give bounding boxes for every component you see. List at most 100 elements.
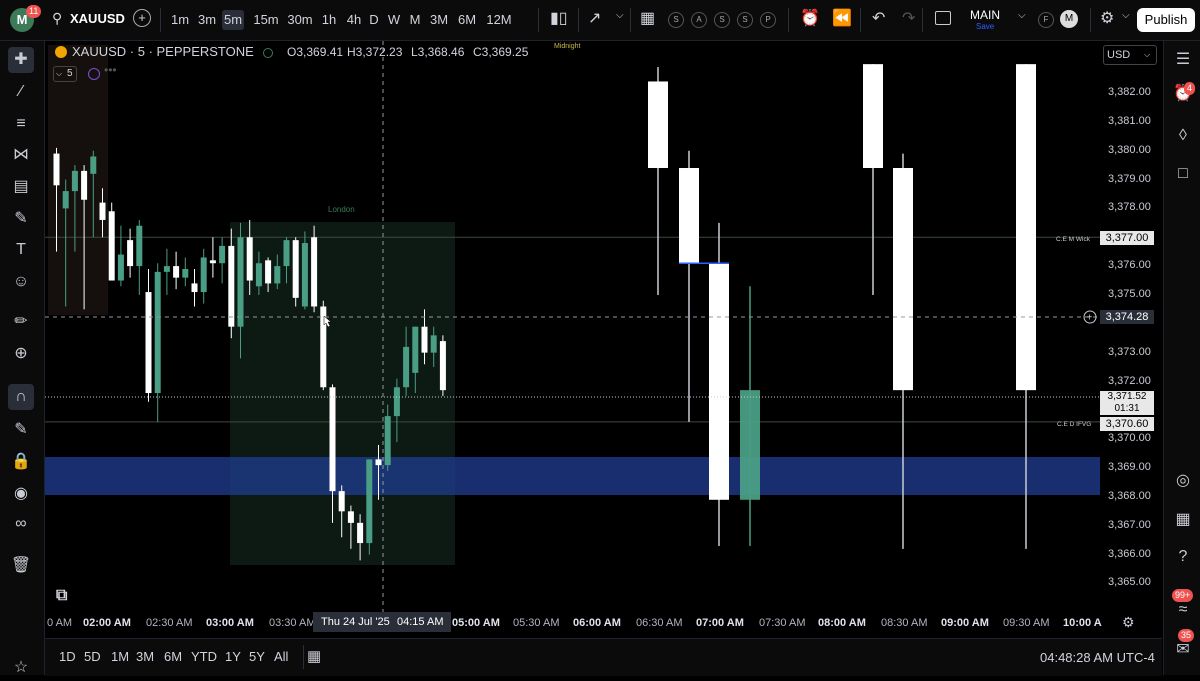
time-tick: 09:30 AM	[1003, 617, 1050, 629]
interval-badge: 5	[67, 68, 73, 79]
fullscreen-icon[interactable]	[935, 11, 951, 25]
notification-badge: 11	[26, 5, 42, 18]
interval-1h[interactable]: 1h	[318, 10, 340, 30]
publish-button[interactable]: Publish	[1137, 8, 1195, 32]
candles-icon[interactable]: ▮▯	[550, 8, 568, 28]
lock-icon[interactable]: 🔒	[8, 449, 34, 475]
symbol-search-button[interactable]: XAUUSD	[70, 11, 125, 26]
more-dots-icon[interactable]: •••	[104, 63, 117, 77]
legend-title[interactable]: XAUUSD · 5 · PEPPERSTONE	[72, 44, 254, 59]
candle-countdown: 01:31	[1114, 403, 1140, 414]
range-5d[interactable]: 5D	[84, 649, 101, 664]
eye-icon[interactable]: ◉	[8, 481, 34, 507]
indicator-template-4-icon[interactable]: P	[760, 12, 776, 28]
link-icon[interactable]: ∞	[8, 511, 34, 537]
emoji-icon[interactable]: ☺	[8, 269, 34, 295]
indicator-template-2-icon[interactable]: S	[714, 12, 730, 28]
speed-icon[interactable]: ⚙	[1100, 8, 1114, 28]
replay-icon[interactable]: ⏪	[832, 8, 852, 28]
pattern-icon[interactable]: ⋈	[8, 142, 34, 168]
time-tick: 08:00 AM	[818, 617, 866, 629]
interval-1m[interactable]: 1m	[170, 10, 190, 30]
interval-w[interactable]: W	[387, 10, 401, 30]
ruler-icon[interactable]: ✏	[8, 309, 34, 335]
trend-line-icon[interactable]: ∕	[8, 79, 34, 105]
price-tick: 3,368.00	[1108, 489, 1151, 502]
candle	[301, 243, 308, 307]
candle	[163, 266, 170, 272]
indicator-template-3-icon[interactable]: S	[737, 12, 753, 28]
chevron-down-icon[interactable]: ⌵	[1018, 10, 1026, 21]
chevron-down-icon: ⌵	[56, 69, 63, 78]
time-tick: 06:00 AM	[573, 617, 621, 629]
calendar-icon[interactable]: ▦	[1170, 507, 1196, 533]
forecast-icon[interactable]: ▤	[8, 174, 34, 200]
fib-lines-icon[interactable]: ≡	[8, 111, 34, 137]
star-icon[interactable]: ☆	[8, 655, 34, 681]
price-tick: 3,367.00	[1108, 518, 1151, 531]
indicator-template-1-icon[interactable]: A	[691, 12, 707, 28]
candle	[292, 240, 299, 298]
candle	[255, 263, 262, 287]
legend-low: L3,368.46	[411, 45, 465, 59]
candle	[90, 156, 97, 174]
interval-3m[interactable]: 3m	[196, 10, 218, 30]
london-session-box	[230, 222, 455, 565]
brush-icon[interactable]: ✎	[8, 206, 34, 232]
undo-icon[interactable]: ↶	[872, 8, 885, 28]
range-1m[interactable]: 1M	[111, 649, 129, 664]
range-1d[interactable]: 1D	[59, 649, 76, 664]
help-icon[interactable]: ?	[1170, 544, 1196, 570]
interval-m[interactable]: M	[408, 10, 422, 30]
candle	[283, 240, 290, 267]
chat-icon[interactable]: □	[1170, 161, 1196, 187]
layout-name[interactable]: MAIN	[970, 8, 1000, 22]
interval-d[interactable]: D	[368, 10, 380, 30]
chevron-down-icon[interactable]: ⌵	[1122, 10, 1130, 21]
alerts-badge: 4	[1184, 82, 1196, 95]
zoom-icon[interactable]: ⊕	[8, 341, 34, 367]
settings-gear-icon[interactable]: ⚙	[1122, 614, 1135, 631]
symbol-logo-icon	[55, 46, 67, 58]
indicator-template-0-icon[interactable]: S	[668, 12, 684, 28]
current-price-label: 3,371.52 01:31	[1100, 391, 1154, 415]
target-icon[interactable]: ◎	[1170, 468, 1196, 494]
clock[interactable]: 04:48:28 AM UTC-4	[1040, 650, 1155, 665]
currency-select[interactable]: USD ⌵	[1103, 45, 1157, 65]
range-3m[interactable]: 3M	[136, 649, 154, 664]
range-5y[interactable]: 5Y	[249, 649, 265, 664]
interval-30m[interactable]: 30m	[286, 10, 314, 30]
range-1y[interactable]: 1Y	[225, 649, 241, 664]
indicator-toggle[interactable]: ⌵ 5	[53, 66, 77, 82]
crosshair-icon[interactable]: ✚	[8, 47, 34, 73]
interval-4h[interactable]: 4h	[345, 10, 363, 30]
range-all[interactable]: All	[274, 649, 288, 664]
interval-12m[interactable]: 12M	[484, 10, 514, 30]
trash-icon[interactable]: 🗑	[8, 553, 34, 579]
interval-6m[interactable]: 6M	[455, 10, 479, 30]
compare-add-icon[interactable]: +	[133, 9, 151, 27]
interval-15m[interactable]: 15m	[252, 10, 280, 30]
layout-grid-icon[interactable]: ▦	[640, 8, 655, 28]
watchlist-icon[interactable]: ☰	[1170, 47, 1196, 73]
f-circle-icon[interactable]: F	[1038, 12, 1054, 28]
candle	[127, 240, 134, 267]
text-icon[interactable]: T	[8, 237, 34, 263]
alert-icon[interactable]: ⏰	[800, 8, 820, 28]
range-ytd[interactable]: YTD	[191, 649, 217, 664]
layers-icon[interactable]: ◊	[1170, 123, 1196, 149]
layout-save-label[interactable]: Save	[976, 22, 994, 31]
chevron-down-icon: ⌵	[1144, 50, 1151, 59]
interval-3m[interactable]: 3M	[427, 10, 451, 30]
time-tick: 02:00 AM	[83, 617, 131, 629]
indicators-icon[interactable]: ↗	[588, 8, 601, 28]
price-chart[interactable]: London Midnight C.E M Wick C.E D IFVG + …	[45, 41, 1162, 638]
range-6m[interactable]: 6M	[164, 649, 182, 664]
m-avatar-icon[interactable]: M	[1060, 10, 1078, 28]
chevron-down-icon[interactable]: ⌵	[616, 10, 624, 21]
magnet-icon[interactable]: ∩	[8, 384, 34, 410]
interval-5m[interactable]: 5m	[222, 10, 244, 30]
draw-lock-icon[interactable]: ✎	[8, 417, 34, 443]
search-icon[interactable]: ⚲	[52, 10, 62, 27]
date-range-icon[interactable]: ▦	[307, 647, 321, 665]
